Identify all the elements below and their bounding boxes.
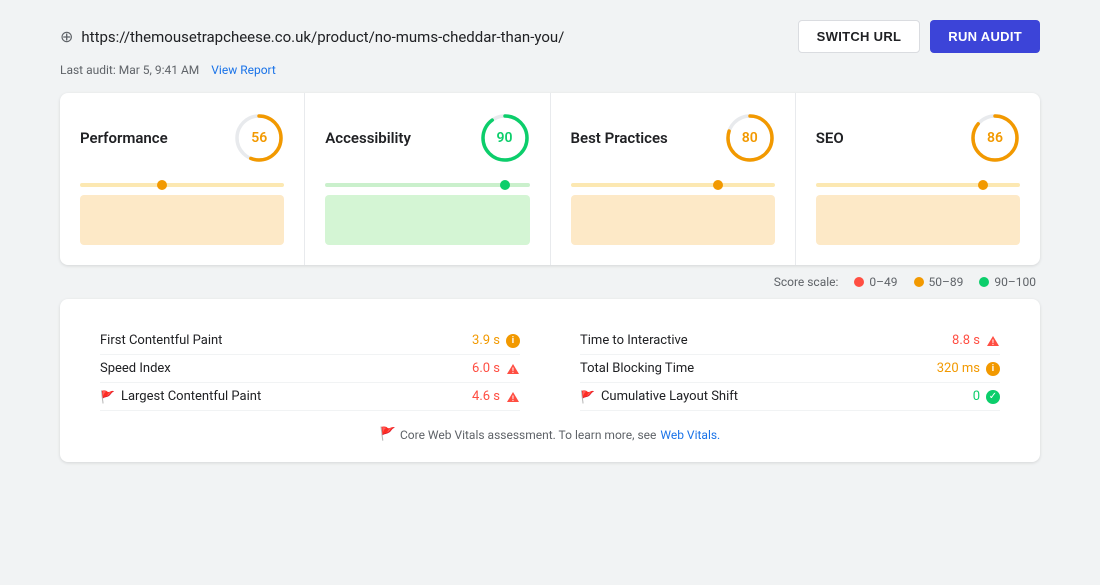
metrics-right-col: Time to Interactive 8.8 s ! Total Blocki… xyxy=(580,327,1000,411)
url-bar: ⊕ https://themousetrapcheese.co.uk/produ… xyxy=(60,27,564,46)
score-circle: 90 xyxy=(480,113,530,163)
header-buttons: SWITCH URL RUN AUDIT xyxy=(798,20,1040,53)
metrics-grid: First Contentful Paint 3.9 si Speed Inde… xyxy=(100,327,1000,411)
flag-icon: 🚩 xyxy=(580,390,595,404)
metric-row: Total Blocking Time 320 msi xyxy=(580,355,1000,383)
metric-value: 320 msi xyxy=(937,361,1000,376)
scale-red-label: 0–49 xyxy=(869,275,897,289)
scale-green-dot xyxy=(979,277,989,287)
metrics-footer: 🚩 Core Web Vitals assessment. To learn m… xyxy=(100,427,1000,442)
gauge-rect xyxy=(816,195,1020,245)
score-card-seo: SEO 86 xyxy=(796,93,1040,265)
card-top: SEO 86 xyxy=(816,113,1020,163)
gauge-dot xyxy=(713,180,723,190)
metric-value: 3.9 si xyxy=(472,333,520,348)
gauge-dot xyxy=(157,180,167,190)
score-number: 80 xyxy=(742,130,758,146)
metric-name: 🚩Cumulative Layout Shift xyxy=(580,389,738,404)
run-audit-button[interactable]: RUN AUDIT xyxy=(930,20,1040,53)
metrics-left-col: First Contentful Paint 3.9 si Speed Inde… xyxy=(100,327,520,411)
info-icon: i xyxy=(506,334,520,348)
gauge-container xyxy=(816,183,1020,245)
gauge-container xyxy=(80,183,284,245)
gauge-rect xyxy=(571,195,775,245)
card-top: Performance 56 xyxy=(80,113,284,163)
score-cards: Performance 56 Accessibility xyxy=(60,93,1040,265)
card-title: Best Practices xyxy=(571,129,668,147)
warn-icon: ! xyxy=(986,335,1000,347)
svg-text:!: ! xyxy=(512,367,514,375)
gauge-line xyxy=(325,183,529,187)
check-icon: ✓ xyxy=(986,390,1000,404)
scale-orange-dot xyxy=(914,277,924,287)
url-text: https://themousetrapcheese.co.uk/product… xyxy=(81,28,564,46)
metric-row: Time to Interactive 8.8 s ! xyxy=(580,327,1000,355)
metric-row: 🚩Largest Contentful Paint 4.6 s ! xyxy=(100,383,520,411)
metric-value: 4.6 s ! xyxy=(472,389,520,404)
score-scale-label: Score scale: xyxy=(774,275,839,289)
gauge-dot xyxy=(500,180,510,190)
metric-name: 🚩Largest Contentful Paint xyxy=(100,389,261,404)
flag-icon: 🚩 xyxy=(100,390,115,404)
score-card-accessibility: Accessibility 90 xyxy=(305,93,550,265)
metric-value: 6.0 s ! xyxy=(472,361,520,376)
info-icon: i xyxy=(986,362,1000,376)
sub-header: Last audit: Mar 5, 9:41 AM View Report xyxy=(60,63,1040,77)
metric-row: Speed Index 6.0 s ! xyxy=(100,355,520,383)
gauge-container xyxy=(571,183,775,245)
score-circle: 86 xyxy=(970,113,1020,163)
svg-text:!: ! xyxy=(992,339,994,347)
scale-green-item: 90–100 xyxy=(979,275,1036,289)
scale-orange-label: 50–89 xyxy=(929,275,964,289)
card-title: Performance xyxy=(80,129,168,147)
gauge-line xyxy=(80,183,284,187)
score-scale: Score scale: 0–49 50–89 90–100 xyxy=(60,275,1040,289)
metric-name: Time to Interactive xyxy=(580,333,688,348)
warn-icon: ! xyxy=(506,363,520,375)
web-vitals-link[interactable]: Web Vitals. xyxy=(660,428,720,442)
gauge-rect xyxy=(325,195,529,245)
scale-green-label: 90–100 xyxy=(994,275,1036,289)
metric-row: 🚩Cumulative Layout Shift 0✓ xyxy=(580,383,1000,411)
metric-value: 0✓ xyxy=(973,389,1000,404)
score-number: 90 xyxy=(497,130,513,146)
score-card-performance: Performance 56 xyxy=(60,93,305,265)
gauge-dot xyxy=(978,180,988,190)
svg-text:!: ! xyxy=(512,395,514,403)
switch-url-button[interactable]: SWITCH URL xyxy=(798,20,921,53)
scale-red-item: 0–49 xyxy=(854,275,897,289)
score-card-best-practices: Best Practices 80 xyxy=(551,93,796,265)
metrics-panel: First Contentful Paint 3.9 si Speed Inde… xyxy=(60,299,1040,462)
card-title: SEO xyxy=(816,129,844,147)
score-circle: 56 xyxy=(234,113,284,163)
globe-icon: ⊕ xyxy=(60,27,73,46)
bookmark-flag-icon: 🚩 xyxy=(380,427,396,442)
last-audit-text: Last audit: Mar 5, 9:41 AM xyxy=(60,63,199,77)
footer-text: Core Web Vitals assessment. To learn mor… xyxy=(400,428,656,442)
header: ⊕ https://themousetrapcheese.co.uk/produ… xyxy=(60,20,1040,53)
metric-value: 8.8 s ! xyxy=(952,333,1000,348)
warn-icon: ! xyxy=(506,391,520,403)
metric-row: First Contentful Paint 3.9 si xyxy=(100,327,520,355)
gauge-line xyxy=(571,183,775,187)
card-top: Best Practices 80 xyxy=(571,113,775,163)
metric-name: Total Blocking Time xyxy=(580,361,694,376)
score-number: 86 xyxy=(987,130,1003,146)
metric-name: Speed Index xyxy=(100,361,171,376)
scale-orange-item: 50–89 xyxy=(914,275,964,289)
gauge-line xyxy=(816,183,1020,187)
card-title: Accessibility xyxy=(325,129,411,147)
card-top: Accessibility 90 xyxy=(325,113,529,163)
score-number: 56 xyxy=(251,130,267,146)
gauge-rect xyxy=(80,195,284,245)
scale-red-dot xyxy=(854,277,864,287)
gauge-container xyxy=(325,183,529,245)
score-circle: 80 xyxy=(725,113,775,163)
view-report-link[interactable]: View Report xyxy=(211,63,276,77)
metric-name: First Contentful Paint xyxy=(100,333,222,348)
